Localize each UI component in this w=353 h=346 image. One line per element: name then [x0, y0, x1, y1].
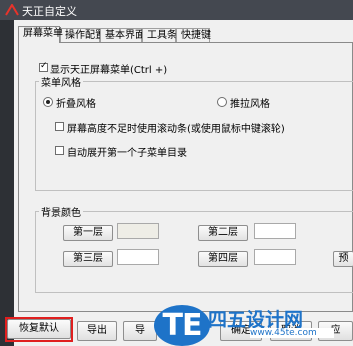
tab-operation-config[interactable]: 操作配置: [60, 28, 105, 42]
tab-label: 操作配置: [65, 30, 105, 41]
level1-color-button[interactable]: 第一层: [63, 225, 113, 241]
level4-color-button[interactable]: 第四层: [198, 251, 248, 267]
level3-label: 第三层: [73, 253, 103, 264]
level3-color-swatch[interactable]: [117, 249, 159, 265]
tab-label: 基本界面: [105, 30, 145, 41]
watermark-logo: TE: [154, 305, 210, 346]
scrollbar-label: 屏幕高度不足时使用滚动条(或使用鼠标中键滚轮): [67, 124, 285, 135]
export-button[interactable]: 导出: [77, 321, 117, 341]
background-strip: [0, 20, 14, 346]
push-pull-style-radio[interactable]: [217, 97, 227, 107]
level2-color-swatch[interactable]: [254, 223, 296, 239]
preview-button[interactable]: 预: [333, 251, 353, 267]
tab-screen-menu[interactable]: 屏幕菜单: [18, 26, 63, 43]
level3-color-button[interactable]: 第三层: [63, 251, 113, 267]
tab-label: 工具条: [147, 30, 177, 41]
tab-basic-interface[interactable]: 基本界面: [100, 28, 145, 42]
import-button[interactable]: 导: [123, 321, 157, 341]
tab-shortcuts[interactable]: 快捷键: [176, 28, 211, 42]
scrollbar-checkbox[interactable]: [55, 122, 64, 131]
push-pull-style-label: 推拉风格: [230, 99, 270, 110]
preview-label: 预: [338, 253, 349, 264]
restore-default-highlight: [5, 317, 73, 342]
level2-label: 第二层: [208, 227, 238, 238]
import-label: 导: [135, 325, 145, 336]
app-icon: [5, 4, 19, 16]
level4-color-swatch[interactable]: [254, 249, 296, 265]
level1-label: 第一层: [73, 227, 103, 238]
fold-style-label: 折叠风格: [56, 99, 96, 110]
title-bar[interactable]: 天正自定义: [0, 0, 353, 20]
watermark-badge-text: TE: [162, 308, 203, 343]
level1-color-swatch[interactable]: [117, 223, 159, 239]
auto-expand-checkbox[interactable]: [55, 146, 64, 155]
app-window: 天正自定义 屏幕菜单 操作配置 基本界面 工具条 快捷键 显示天正屏幕菜单(Ct…: [0, 0, 353, 346]
level2-color-button[interactable]: 第二层: [198, 225, 248, 241]
auto-expand-label: 自动展开第一个子菜单目录: [67, 148, 187, 159]
menu-style-group-title: 菜单风格: [39, 74, 83, 89]
tab-label: 快捷键: [181, 30, 211, 41]
show-screen-menu-checkbox[interactable]: [39, 61, 48, 72]
export-label: 导出: [87, 325, 107, 336]
tab-label: 屏幕菜单: [23, 28, 63, 39]
fold-style-radio[interactable]: [43, 97, 53, 107]
tab-toolbar[interactable]: 工具条: [142, 28, 177, 42]
dialog-body: 屏幕菜单 操作配置 基本界面 工具条 快捷键 显示天正屏幕菜单(Ctrl +) …: [14, 20, 353, 346]
background-color-group-title: 背景颜色: [39, 204, 83, 219]
watermark-text: 四五设计网: [208, 309, 304, 331]
window-title: 天正自定义: [22, 5, 77, 18]
level4-label: 第四层: [208, 253, 238, 264]
tab-panel-screen-menu: 显示天正屏幕菜单(Ctrl +) 菜单风格 折叠风格 推拉风格 屏幕高度不足时使…: [18, 42, 353, 312]
watermark-url: www.45te.com: [250, 328, 334, 338]
